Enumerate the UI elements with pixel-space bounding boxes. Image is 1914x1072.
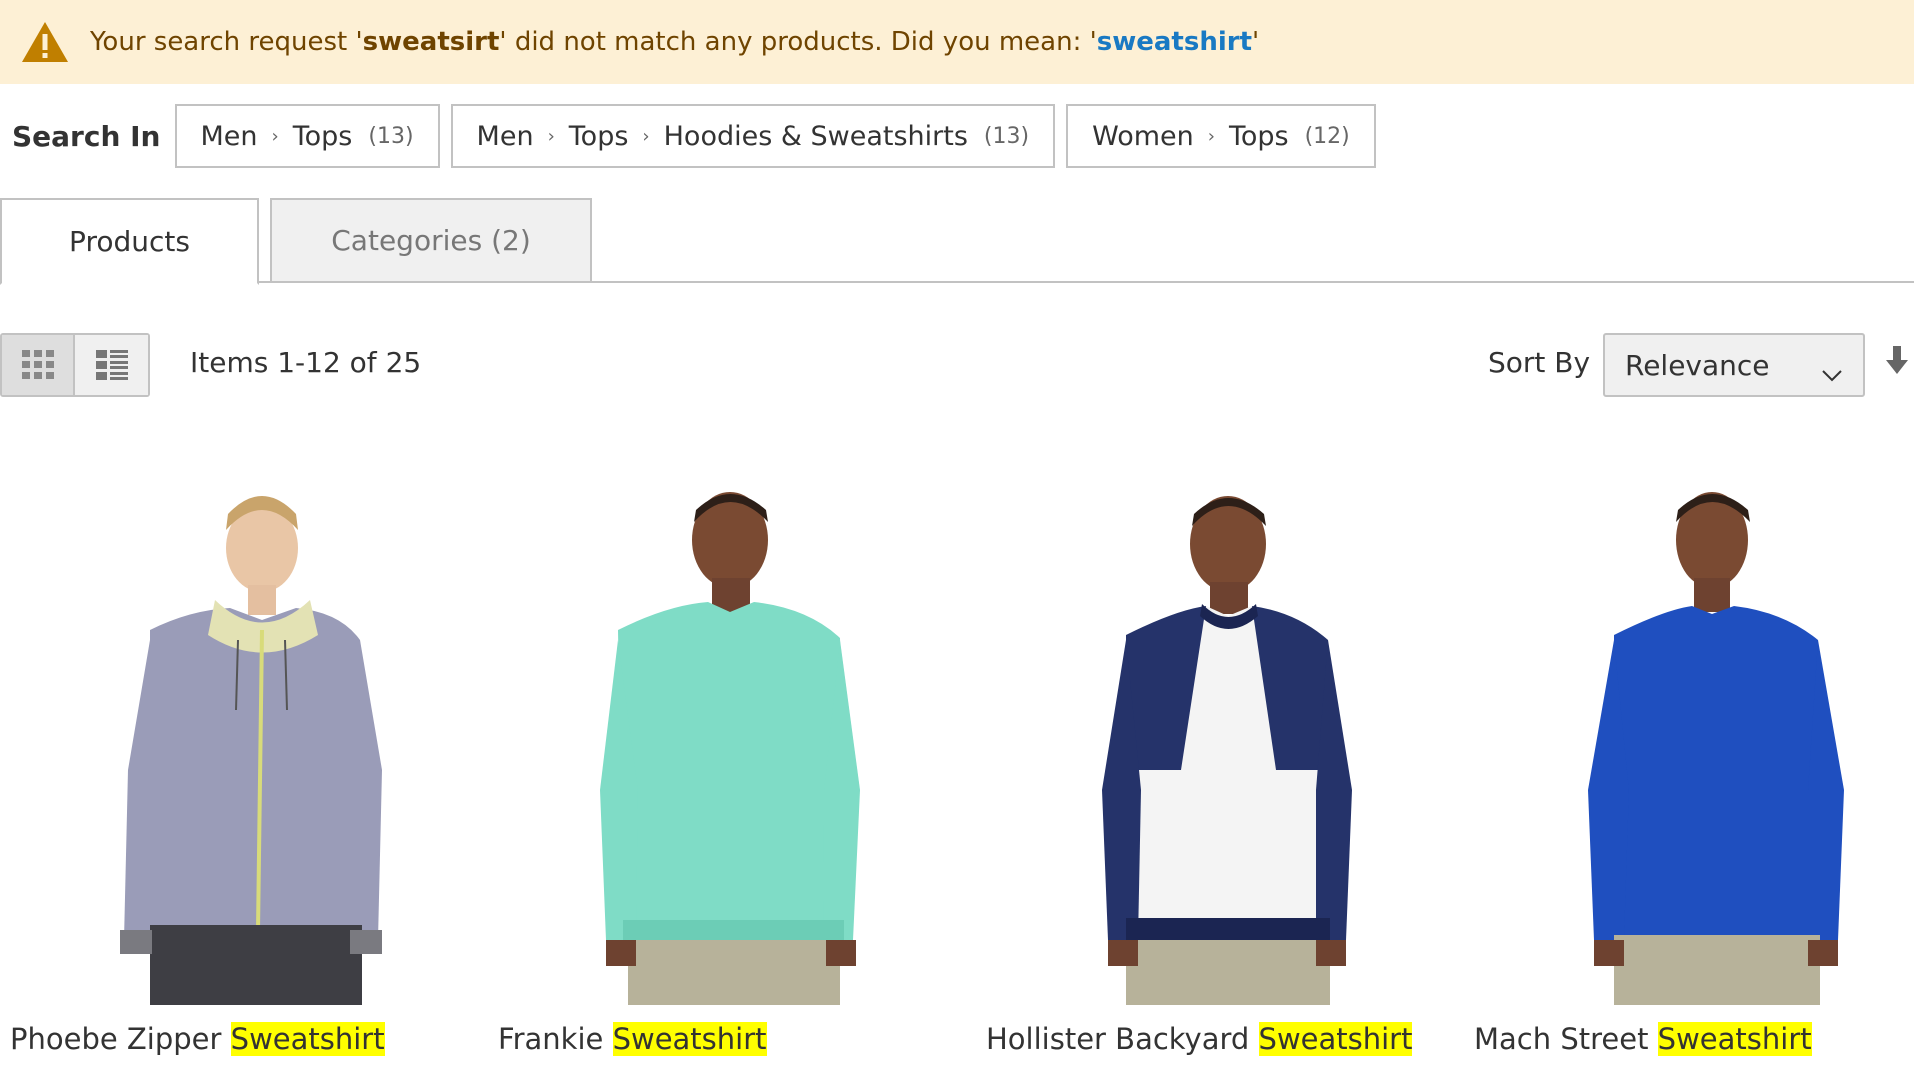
tab-products[interactable]: Products [0, 198, 259, 285]
sort-by-label: Sort By [1488, 346, 1591, 379]
crumb-count: (13) [368, 123, 414, 149]
product-image[interactable] [1464, 470, 1914, 1005]
product-name-link[interactable]: Hollister Backyard Sweatshirt [986, 1022, 1413, 1056]
product-image[interactable] [976, 470, 1446, 1005]
search-highlight: Sweatshirt [1258, 1022, 1413, 1056]
crumb-segment: Hoodies & Sweatshirts [663, 120, 968, 152]
suggestion-link[interactable]: sweatshirt [1097, 27, 1252, 57]
tab-categories[interactable]: Categories (2) [270, 198, 592, 283]
search-in-men-tops-hoodies[interactable]: Men › Tops › Hoodies & Sweatshirts (13) [450, 104, 1056, 168]
grid-view-button[interactable] [2, 335, 76, 395]
crumb-count: (12) [1304, 123, 1350, 149]
crumb-count: (13) [983, 123, 1030, 149]
chevron-down-icon [1821, 357, 1843, 390]
chevron-right-icon: › [271, 125, 279, 147]
search-highlight: Sweatshirt [612, 1022, 767, 1056]
crumb-segment: Tops [292, 120, 353, 152]
crumb-segment: Men [200, 120, 258, 152]
search-in-men-tops[interactable]: Men › Tops (13) [174, 104, 440, 168]
crumb-segment: Tops [1228, 120, 1289, 152]
grid-icon [21, 350, 54, 379]
search-highlight: Sweatshirt [230, 1022, 385, 1056]
product-card[interactable] [976, 470, 1446, 1005]
sort-by-value: Relevance [1625, 348, 1770, 382]
chevron-right-icon: › [547, 125, 555, 147]
search-in-women-tops[interactable]: Women › Tops (12) [1066, 104, 1376, 168]
sort-direction-button[interactable] [1884, 346, 1910, 382]
crumb-segment: Women [1092, 120, 1194, 152]
product-name-link[interactable]: Frankie Sweatshirt [498, 1022, 767, 1056]
chevron-right-icon: › [1207, 125, 1215, 147]
search-in-bar: Search In Men › Tops (13) Men › Tops › H… [12, 104, 1387, 168]
chevron-right-icon: › [642, 125, 650, 147]
warning-icon [20, 20, 70, 64]
search-query: sweatsirt [362, 27, 500, 57]
crumb-segment: Tops [568, 120, 629, 152]
search-in-label: Search In [12, 119, 161, 153]
search-notice-banner: Your search request 'sweatsirt' did not … [0, 0, 1914, 84]
arrow-down-icon [1886, 346, 1908, 374]
product-image[interactable] [488, 470, 958, 1005]
search-highlight: Sweatshirt [1657, 1022, 1812, 1056]
crumb-segment: Men [476, 120, 534, 152]
list-icon [95, 350, 128, 380]
product-card[interactable] [1464, 470, 1914, 1005]
items-count: Items 1-12 of 25 [190, 346, 422, 379]
sort-by-select[interactable]: Relevance [1603, 333, 1865, 397]
results-tabs: Products Categories (2) [0, 198, 1914, 285]
product-image[interactable] [0, 470, 470, 1005]
product-name-link[interactable]: Mach Street Sweatshirt [1474, 1022, 1812, 1056]
product-card[interactable] [488, 470, 958, 1005]
product-card[interactable] [0, 470, 470, 1005]
view-mode-switch [0, 333, 150, 397]
product-name-link[interactable]: Phoebe Zipper Sweatshirt [10, 1022, 385, 1056]
notice-message: Your search request 'sweatsirt' did not … [90, 27, 1260, 57]
list-view-button[interactable] [75, 335, 148, 395]
